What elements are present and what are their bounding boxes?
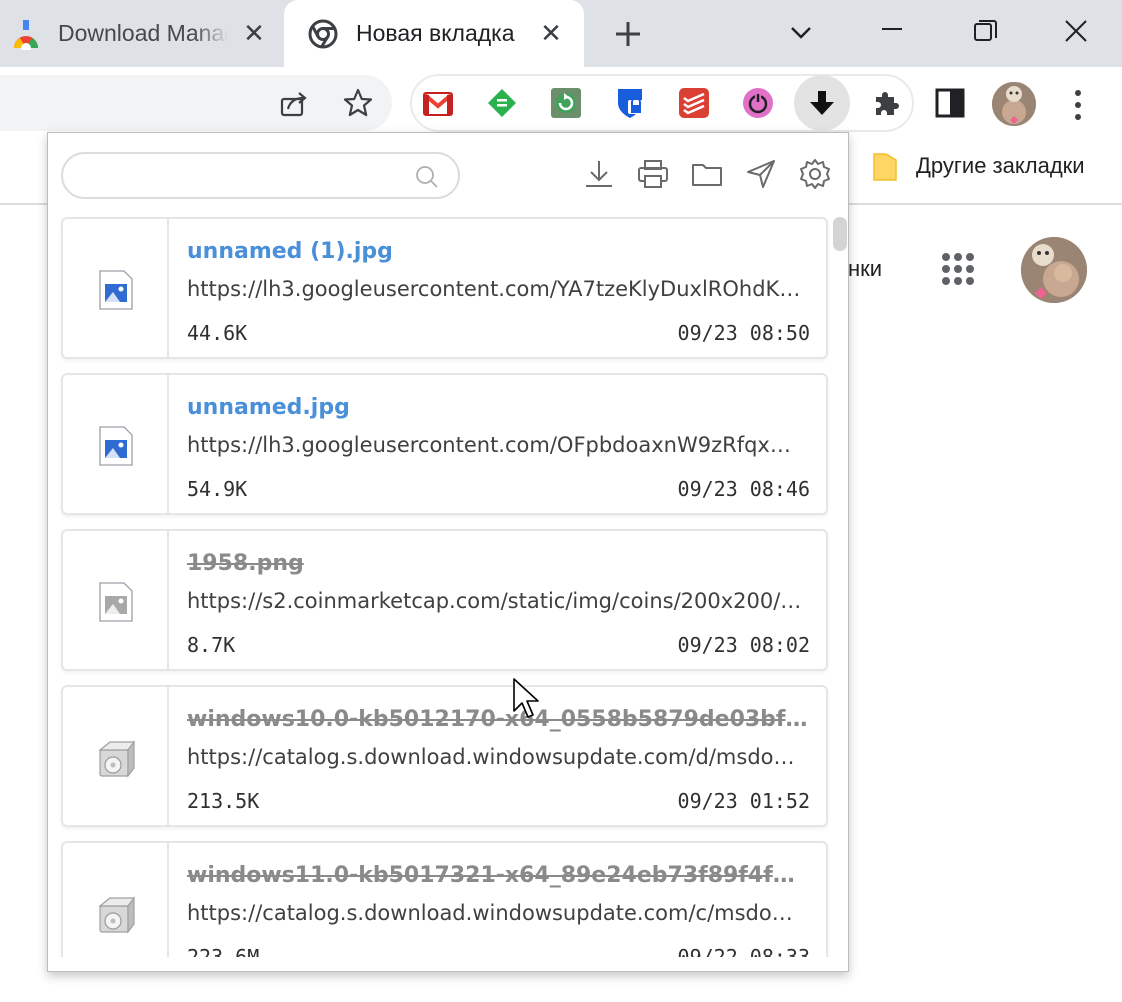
source-url: https://lh3.googleusercontent.com/YA7tze… xyxy=(187,277,801,301)
download-item[interactable]: unnamed.jpg https://lh3.googleusercontent… xyxy=(61,373,828,515)
apps-grid-icon[interactable] xyxy=(940,251,976,287)
file-name-link[interactable]: windows11.0-kb5017321-x64_89e24eb73f89f4… xyxy=(187,863,809,888)
search-box[interactable] xyxy=(61,152,460,199)
chevron-down-icon[interactable] xyxy=(784,16,818,50)
gmail-icon[interactable] xyxy=(422,87,454,119)
google-account-avatar[interactable] xyxy=(1021,237,1087,303)
restore-icon[interactable] xyxy=(967,16,1001,50)
todoist-icon[interactable] xyxy=(678,87,710,119)
file-name-link[interactable]: unnamed.jpg xyxy=(187,395,809,420)
installer-file-icon xyxy=(96,738,136,778)
search-icon[interactable] xyxy=(415,165,439,189)
file-icon-area xyxy=(63,375,169,513)
more-menu-icon[interactable] xyxy=(1068,88,1088,122)
bitwarden-icon[interactable] xyxy=(614,87,646,119)
side-panel-icon[interactable] xyxy=(934,87,966,119)
avatar-image xyxy=(992,82,1036,126)
profile-avatar[interactable] xyxy=(992,82,1036,126)
download-icon[interactable] xyxy=(806,87,838,119)
image-file-icon xyxy=(98,582,134,622)
file-icon-area xyxy=(63,843,169,957)
share-icon[interactable] xyxy=(278,87,310,119)
download-manager-popup: unnamed (1).jpg https://lh3.googleusercon… xyxy=(47,132,849,972)
download-item[interactable]: 1958.png https://s2.coinmarketcap.com/sta… xyxy=(61,529,828,671)
file-name-link[interactable]: unnamed (1).jpg xyxy=(187,239,809,264)
download-item[interactable]: windows10.0-kb5012170-x64_0558b5879de03b… xyxy=(61,685,828,827)
file-icon-area xyxy=(63,531,169,669)
download-time: 09/22 08:33 xyxy=(677,945,810,957)
download-manager-favicon xyxy=(14,20,38,50)
bookmark-label: Другие закладки xyxy=(916,153,1085,178)
tab-strip: Download Manager ✕ Новая вкладка ✕ xyxy=(0,0,1122,67)
tab-new-tab[interactable]: Новая вкладка ✕ xyxy=(284,0,584,67)
download-item[interactable]: windows11.0-kb5017321-x64_89e24eb73f89f4… xyxy=(61,841,828,957)
file-icon-area xyxy=(63,219,169,357)
source-url: https://catalog.s.download.windowsupdate… xyxy=(187,745,795,769)
send-icon[interactable] xyxy=(744,157,778,191)
file-size: 213.5K xyxy=(187,789,260,813)
folder-icon xyxy=(873,153,897,181)
puzzle-icon[interactable] xyxy=(870,87,902,119)
file-size: 44.6K xyxy=(187,321,248,345)
chrome-icon xyxy=(308,19,338,49)
source-url: https://catalog.s.download.windowsupdate… xyxy=(187,901,793,925)
tab-title: Download Manager xyxy=(58,20,228,46)
avatar-image xyxy=(1021,237,1087,303)
image-file-icon xyxy=(98,426,134,466)
settings-icon[interactable] xyxy=(798,157,832,191)
file-name-link[interactable]: 1958.png xyxy=(187,551,809,576)
minimize-icon[interactable] xyxy=(875,16,909,50)
tab-download-manager[interactable]: Download Manager ✕ xyxy=(0,0,280,67)
refresh-extension-icon[interactable] xyxy=(550,87,582,119)
download-icon[interactable] xyxy=(582,157,616,191)
close-icon[interactable] xyxy=(1059,16,1093,50)
star-icon[interactable] xyxy=(342,87,374,119)
file-size: 8.7K xyxy=(187,633,236,657)
download-time: 09/23 08:50 xyxy=(677,321,810,345)
image-file-icon xyxy=(98,270,134,310)
bookmark-other-folder[interactable]: Другие закладки xyxy=(872,150,1085,182)
file-size: 54.9K xyxy=(187,477,248,501)
tab-title: Новая вкладка xyxy=(356,20,515,46)
address-bar[interactable] xyxy=(0,75,392,131)
search-input[interactable] xyxy=(79,162,409,190)
download-item[interactable]: unnamed (1).jpg https://lh3.googleusercon… xyxy=(61,217,828,359)
close-tab-icon[interactable]: ✕ xyxy=(241,20,267,46)
folder-icon[interactable] xyxy=(690,157,724,191)
installer-file-icon xyxy=(96,894,136,934)
scrollbar-thumb[interactable] xyxy=(833,217,847,251)
download-list: unnamed (1).jpg https://lh3.googleusercon… xyxy=(48,215,848,957)
download-time: 09/23 01:52 xyxy=(677,789,810,813)
feedly-icon[interactable] xyxy=(486,87,518,119)
download-time: 09/23 08:46 xyxy=(677,477,810,501)
file-size: 223.6M xyxy=(187,945,260,957)
source-url: https://lh3.googleusercontent.com/OFpbdo… xyxy=(187,433,791,457)
file-name-link[interactable]: windows10.0-kb5012170-x64_0558b5879de03b… xyxy=(187,707,809,732)
power-icon[interactable] xyxy=(742,87,774,119)
plus-icon[interactable] xyxy=(612,18,644,50)
page-link-text[interactable]: нки xyxy=(848,256,882,282)
toolbar: 4 xyxy=(0,67,1122,199)
printer-icon[interactable] xyxy=(636,157,670,191)
close-tab-icon[interactable]: ✕ xyxy=(538,20,564,46)
source-url: https://s2.coinmarketcap.com/static/img/… xyxy=(187,589,802,613)
mouse-cursor-icon xyxy=(513,678,539,718)
file-icon-area xyxy=(63,687,169,825)
download-time: 09/23 08:02 xyxy=(677,633,810,657)
